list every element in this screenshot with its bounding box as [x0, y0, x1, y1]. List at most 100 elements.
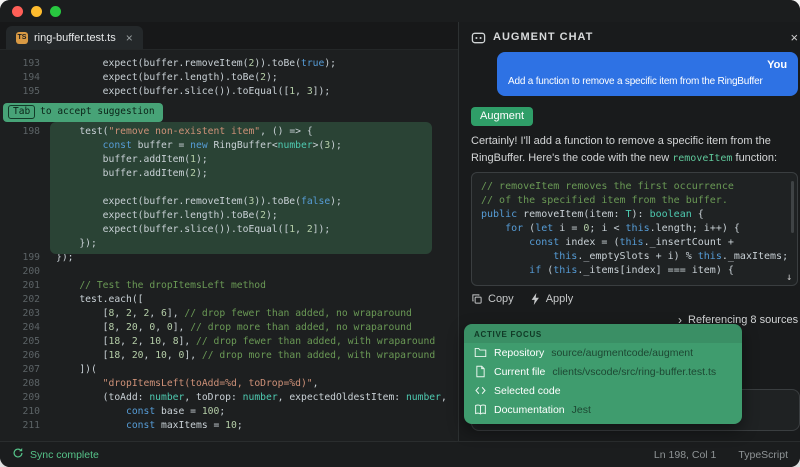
code-editor[interactable]: 193 expect(buffer.removeItem(2)).toBe(tr…: [0, 50, 458, 441]
status-right: Ln 198, Col 1 TypeScript: [654, 449, 788, 461]
minimize-window-button[interactable]: [31, 5, 42, 17]
code-token: number: [277, 140, 313, 151]
code-token: );: [330, 196, 342, 207]
code-token: ,: [114, 308, 127, 319]
code-token: this: [619, 237, 644, 248]
code-token: "dropItemsLeft(toAdd=%d, toDrop=%d)": [102, 378, 313, 389]
copy-button-label: Copy: [488, 293, 514, 305]
line-number: [0, 237, 52, 251]
inline-suggestion-block[interactable]: 198 test("remove non-existent item", () …: [0, 122, 458, 254]
code-token: // of the specified item from the buffer…: [481, 195, 728, 206]
code-token: "remove non-existent item": [108, 126, 261, 137]
code-line: buffer.addItem(2);: [0, 167, 458, 181]
apply-button[interactable]: Apply: [530, 293, 574, 305]
focus-item-current-file[interactable]: Current file clients/vscode/src/ring-buff…: [464, 362, 742, 381]
code-token: ,: [161, 336, 173, 347]
language-mode[interactable]: TypeScript: [738, 449, 788, 461]
code-line: 198 test("remove non-existent item", () …: [0, 125, 458, 139]
code-token: ,: [137, 336, 150, 347]
code-line: 208 "dropItemsLeft(toAdd=%d, toDrop=%d)"…: [0, 377, 458, 391]
code-line: 194 expect(buffer.length).toBe(2);: [0, 71, 458, 85]
tab-close-icon[interactable]: ×: [126, 31, 133, 45]
line-number: 203: [22, 308, 41, 319]
code-token: 18: [108, 336, 121, 347]
focus-item-label: Current file: [494, 365, 546, 378]
line-number: 202: [22, 294, 41, 305]
focus-item-selected-code[interactable]: Selected code: [464, 381, 742, 400]
code-token: expect(buffer.slice()).toEqual([: [56, 86, 290, 97]
line-number: [0, 139, 52, 153]
code-token: 20: [131, 350, 144, 361]
tab-ring-buffer-test[interactable]: TS ring-buffer.test.ts ×: [6, 26, 143, 49]
chat-code-line: // of the specified item from the buffer…: [481, 194, 788, 208]
code-token: RingBuffer<: [207, 140, 278, 151]
code-token: ],: [178, 336, 197, 347]
chat-code-line: // removeItem removes the first occurren…: [481, 180, 788, 194]
code-token: this: [625, 223, 650, 234]
chat-close-icon[interactable]: ×: [791, 30, 799, 45]
code-text: ])(: [52, 363, 97, 377]
chat-code-line: for (let i = 0; i < this.length; i++) {: [481, 222, 788, 236]
line-number: 195: [22, 86, 41, 97]
code-line: expect(buffer.length).toBe(2);: [0, 209, 458, 223]
focus-item-label: Selected code: [494, 384, 561, 397]
code-token: expect(buffer.length).toBe(: [56, 72, 261, 83]
close-window-button[interactable]: [12, 5, 23, 17]
copy-button[interactable]: Copy: [471, 293, 514, 305]
code-token: 10: [225, 420, 237, 431]
line-number: 201: [22, 280, 41, 291]
code-line: 207 ])(: [0, 363, 458, 377]
tab-accept-hint: Tab to accept suggestion: [3, 102, 163, 122]
focus-item-value: Jest: [571, 403, 591, 416]
code-line: expect(buffer.slice()).toEqual([1, 2]);: [0, 223, 458, 237]
assistant-message-text: Certainly! I'll add a function to remove…: [471, 133, 798, 166]
zoom-window-button[interactable]: [50, 5, 61, 17]
code-token: buffer.addItem(: [56, 168, 191, 179]
code-line: 203 [8, 2, 2, 6], // drop fewer than add…: [0, 307, 458, 321]
code-token: buffer =: [131, 140, 191, 151]
focus-item-documentation[interactable]: Documentation Jest: [464, 400, 742, 419]
tab-key-label: Tab: [8, 104, 36, 119]
code-token: .length; i++) {: [649, 223, 740, 234]
code-token: i =: [553, 223, 584, 234]
code-text: expect(buffer.slice()).toEqual([1, 2]);: [52, 223, 331, 237]
code-token: maxItems =: [155, 420, 226, 431]
code-line: 209 (toAdd: number, toDrop: number, expe…: [0, 391, 458, 405]
lightning-icon: [530, 293, 541, 305]
code-token: ; i <: [589, 223, 626, 234]
code-text: expect(buffer.length).toBe(2);: [52, 71, 278, 85]
code-token: true: [300, 58, 325, 69]
user-label: You: [767, 59, 788, 71]
typescript-file-icon: TS: [16, 31, 28, 44]
code-token: const: [126, 420, 156, 431]
code-token: , expectedOldestItem:: [277, 392, 406, 403]
apply-button-label: Apply: [545, 293, 574, 305]
code-token: ,: [120, 350, 132, 361]
code-token: [: [56, 336, 109, 347]
code-token: ,: [312, 378, 319, 389]
code-token: ;: [236, 420, 243, 431]
chat-header: AUGMENT CHAT ×: [471, 22, 798, 48]
code-line: [0, 181, 458, 195]
sync-status[interactable]: Sync complete: [12, 447, 99, 462]
user-message-bubble: You Add a function to remove a specific …: [497, 52, 799, 96]
line-number: 194: [22, 72, 41, 83]
focus-item-repository[interactable]: Repository source/augmentcode/augment: [464, 343, 742, 362]
scroll-down-icon[interactable]: ↓: [786, 272, 792, 283]
code-token: (: [523, 223, 536, 234]
code-token: expect(buffer.removeItem(: [56, 196, 249, 207]
code-scrollbar[interactable]: [791, 181, 795, 233]
code-line: 202 test.each([: [0, 293, 458, 307]
code-token: 100: [201, 406, 220, 417]
cursor-position[interactable]: Ln 198, Col 1: [654, 449, 716, 461]
chat-code-block[interactable]: // removeItem removes the first occurren…: [471, 172, 799, 286]
code-token: base =: [155, 406, 202, 417]
code-token: this: [553, 251, 578, 262]
active-focus-panel: ACTIVE FOCUS Repository source/augmentcod…: [464, 324, 742, 424]
code-line: 193 expect(buffer.removeItem(2)).toBe(tr…: [0, 57, 458, 71]
